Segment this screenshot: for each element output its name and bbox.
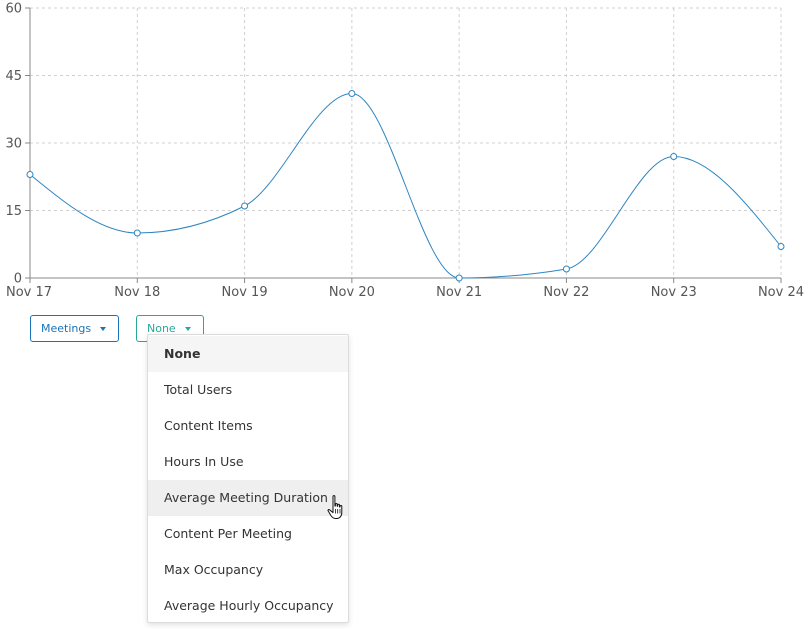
- x-tick-label: Nov 24: [758, 285, 804, 300]
- caret-down-icon: [100, 326, 107, 331]
- chart-axes: [25, 7, 782, 283]
- y-tick-label: 30: [5, 137, 22, 152]
- data-point-nov-22[interactable]: [562, 265, 570, 273]
- x-tick-label: Nov 21: [436, 285, 482, 300]
- chart-grid: [30, 7, 782, 278]
- x-tick-label: Nov 22: [543, 285, 589, 300]
- x-tick-label: Nov 20: [329, 285, 375, 300]
- data-point-nov-19[interactable]: [241, 202, 249, 210]
- menu-item-content-per-meeting[interactable]: Content Per Meeting: [148, 516, 348, 552]
- menu-item-none[interactable]: None: [148, 336, 348, 372]
- data-point-nov-23[interactable]: [670, 153, 678, 160]
- data-point-nov-17[interactable]: [26, 171, 34, 178]
- series-line: [29, 92, 782, 279]
- compare-dropdown-menu: None Total Users Content Items Hours In …: [147, 334, 349, 623]
- data-point-nov-21[interactable]: [455, 274, 463, 282]
- x-tick-label: Nov 19: [222, 285, 268, 300]
- x-axis-ticks: Nov 17 Nov 18 Nov 19 Nov 20 Nov 21 Nov 22 Nov …: [6, 285, 804, 300]
- y-tick-label: 45: [5, 69, 22, 84]
- menu-item-max-occupancy[interactable]: Max Occupancy: [148, 552, 348, 588]
- metric-dropdown-button[interactable]: Meetings: [30, 315, 119, 342]
- caret-down-icon: [184, 326, 191, 331]
- data-point-nov-24[interactable]: [777, 243, 785, 250]
- y-tick-label: 60: [5, 2, 22, 17]
- menu-item-average-hourly-occupancy[interactable]: Average Hourly Occupancy: [148, 588, 348, 624]
- menu-item-total-users[interactable]: Total Users: [148, 372, 348, 408]
- x-tick-label: Nov 18: [114, 285, 160, 300]
- x-tick-label: Nov 17: [6, 285, 52, 300]
- metric-dropdown-label: Meetings: [41, 322, 92, 335]
- data-point-nov-20[interactable]: [348, 90, 356, 97]
- menu-item-average-meeting-duration[interactable]: Average Meeting Duration: [148, 480, 348, 516]
- menu-item-hours-in-use[interactable]: Hours In Use: [148, 444, 348, 480]
- y-tick-label: 15: [5, 204, 22, 219]
- stage: 0 15 30 45 60 Nov 17 Nov 18 Nov 19 Nov 20 Nov 21…: [0, 0, 808, 629]
- menu-item-content-items[interactable]: Content Items: [148, 408, 348, 444]
- x-tick-label: Nov 23: [651, 285, 697, 300]
- hand-pointer-icon: [327, 495, 343, 519]
- line-chart: 015304560 Nov 17 Nov 18 Nov 19 Nov 20 Nov 21…: [5, 2, 804, 301]
- data-point-nov-18[interactable]: [133, 229, 141, 237]
- y-axis-ticks: 015304560: [5, 2, 22, 287]
